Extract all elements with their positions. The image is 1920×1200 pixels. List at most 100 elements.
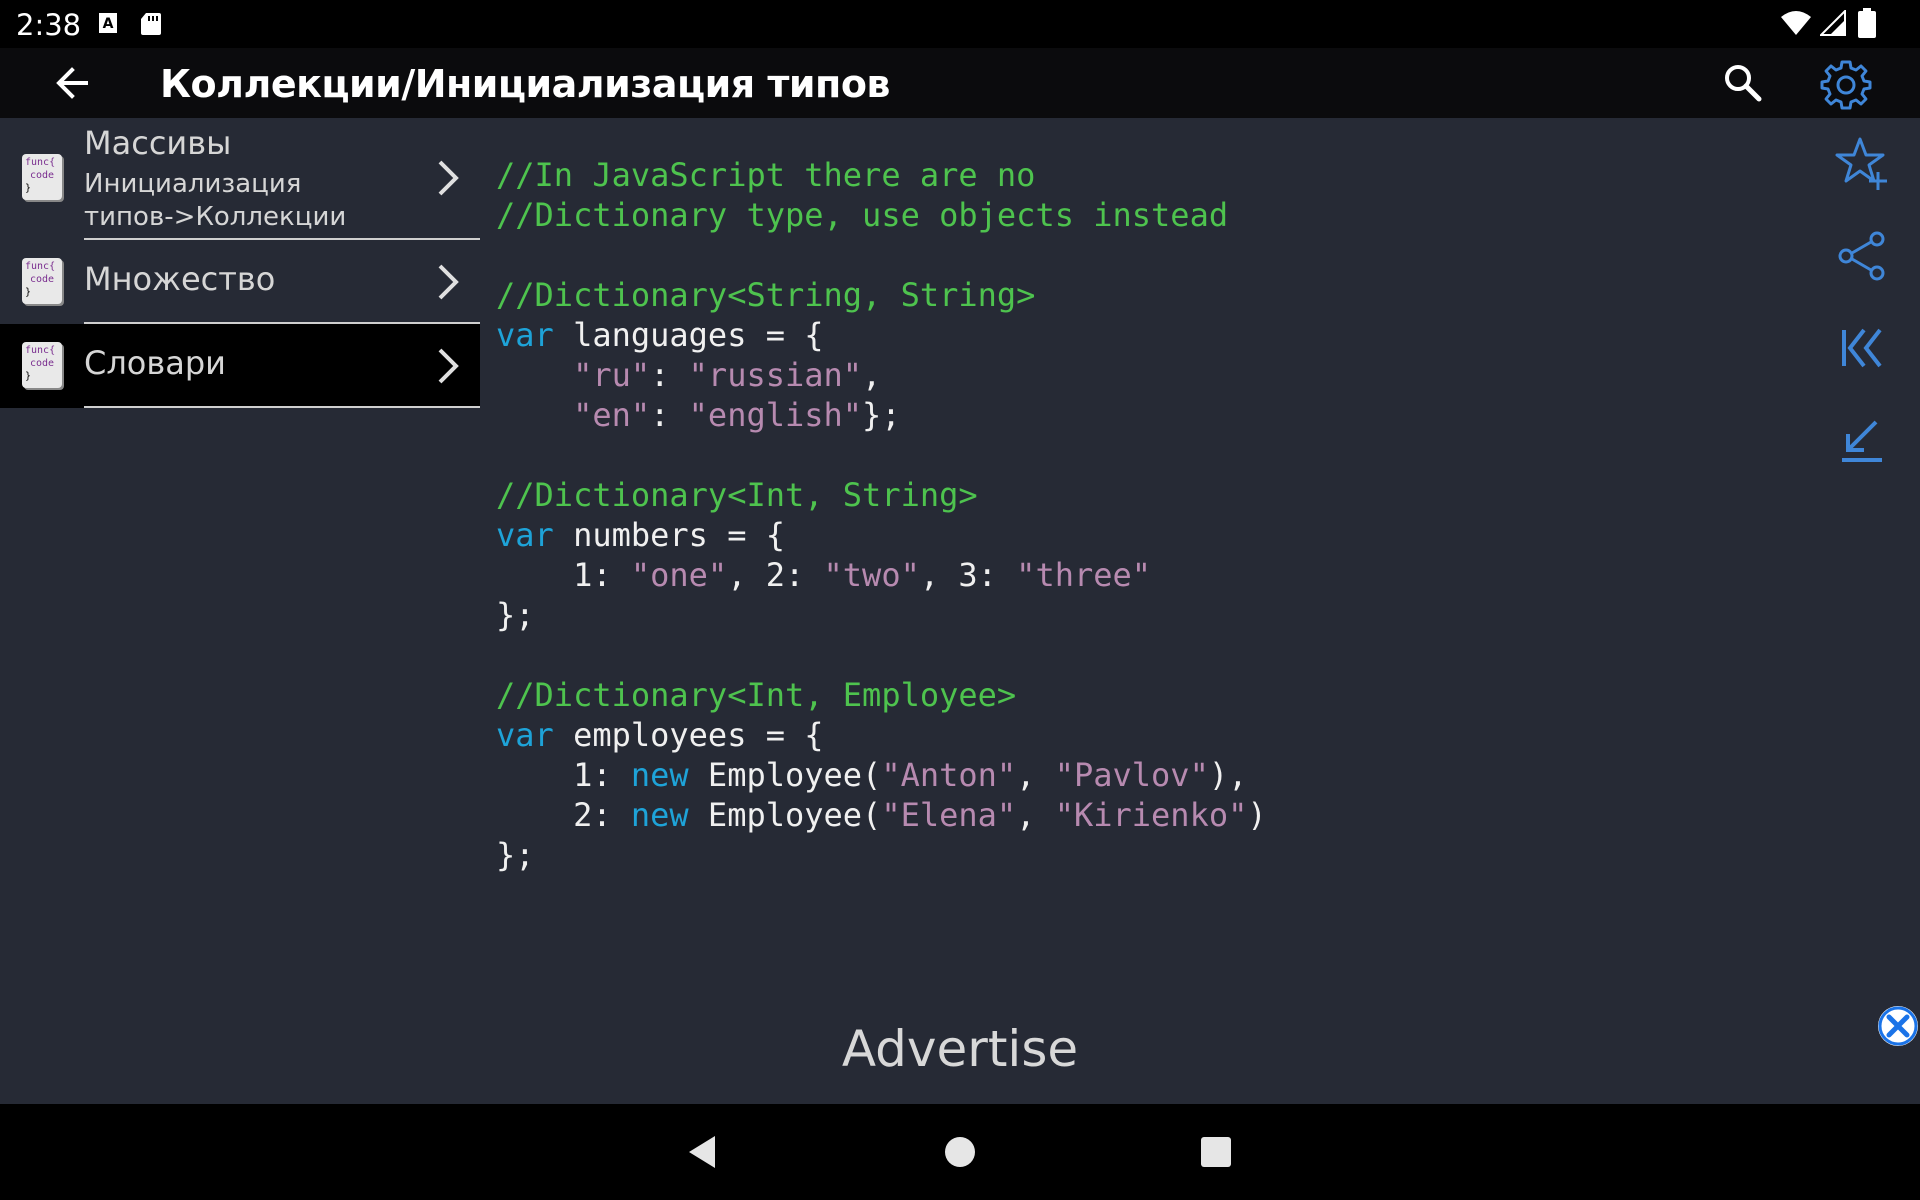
- wifi-icon: [1781, 11, 1811, 35]
- code-token: , 3:: [919, 556, 1017, 594]
- chevron-right-icon: [438, 264, 459, 300]
- code-line: };: [496, 835, 1267, 875]
- code-token: ,: [862, 356, 882, 394]
- code-token: Employee(: [688, 796, 882, 834]
- code-token: languages = {: [553, 316, 824, 354]
- svg-text:A: A: [103, 16, 114, 32]
- list-item-subtitle: Инициализация: [84, 169, 302, 199]
- code-token: //Dictionary<String, String>: [496, 276, 1036, 314]
- code-line: "en": "english"};: [496, 395, 1267, 435]
- chevron-right-icon: [438, 160, 459, 196]
- code-token: "russian": [688, 356, 863, 394]
- code-token: "Pavlov": [1054, 756, 1209, 794]
- code-line: //Dictionary type, use objects instead: [496, 195, 1267, 235]
- list-item-title: Множество: [84, 260, 276, 298]
- code-line: var languages = {: [496, 315, 1267, 355]
- gear-icon[interactable]: [1820, 58, 1872, 110]
- code-token: new: [630, 756, 689, 794]
- code-token: "english": [688, 396, 863, 434]
- code-line: var employees = {: [496, 715, 1267, 755]
- nav-home-icon[interactable]: [940, 1132, 980, 1172]
- code-token: var: [496, 516, 554, 554]
- code-token: :: [650, 396, 689, 434]
- star-add-icon[interactable]: [1834, 136, 1890, 192]
- code-token: "two": [823, 556, 920, 594]
- app-bar: Коллекции/Инициализация типов: [0, 48, 1920, 118]
- chevron-right-icon: [438, 348, 459, 384]
- code-token: employees = {: [553, 716, 824, 754]
- list-item-title: Словари: [84, 344, 226, 382]
- code-token: ,: [1016, 756, 1055, 794]
- code-token: ),: [1208, 756, 1248, 794]
- topic-list: func{ code } Массивы Инициализация типов…: [0, 118, 480, 408]
- skip-to-start-icon[interactable]: [1834, 320, 1890, 376]
- list-item-set[interactable]: func{ code } Множество: [0, 240, 480, 324]
- list-item-subtitle: типов->Коллекции: [84, 202, 347, 232]
- back-arrow-icon[interactable]: [50, 61, 94, 105]
- code-token: //In JavaScript there are no: [496, 156, 1036, 194]
- code-token: };: [496, 836, 535, 874]
- code-line: 1: "one", 2: "two", 3: "three": [496, 555, 1267, 595]
- list-item-title: Массивы: [84, 124, 232, 162]
- advertise-label: Advertise: [841, 1020, 1079, 1078]
- code-token: numbers = {: [553, 516, 785, 554]
- code-token: "Kirienko": [1054, 796, 1248, 834]
- code-token: //Dictionary type, use objects instead: [496, 196, 1229, 234]
- code-line: var numbers = {: [496, 515, 1267, 555]
- code-line: //Dictionary<Int, String>: [496, 475, 1267, 515]
- code-file-icon: func{ code }: [22, 342, 62, 388]
- code-line: "ru": "russian",: [496, 355, 1267, 395]
- code-line: //In JavaScript there are no: [496, 155, 1267, 195]
- close-circle-icon[interactable]: [1878, 1006, 1918, 1046]
- code-line: 1: new Employee("Anton", "Pavlov"),: [496, 755, 1267, 795]
- nav-back-icon[interactable]: [683, 1132, 723, 1172]
- code-file-icon: func{ code }: [22, 154, 62, 200]
- code-token: :: [650, 356, 689, 394]
- skip-to-end-icon[interactable]: [1834, 412, 1890, 468]
- status-bar: 2:38 A: [0, 0, 1920, 48]
- code-token: "one": [630, 556, 728, 594]
- code-token: new: [630, 796, 689, 834]
- a-notification-icon: A: [99, 13, 117, 33]
- list-item-dictionaries[interactable]: func{ code } Словари: [0, 324, 480, 408]
- signal-icon: [1820, 10, 1846, 36]
- code-viewer: //In JavaScript there are no//Dictionary…: [496, 155, 1267, 875]
- battery-icon: [1858, 8, 1876, 38]
- system-nav-bar: [0, 1104, 1920, 1200]
- code-token: 1:: [496, 756, 631, 794]
- code-token: "Anton": [881, 756, 1017, 794]
- code-token: "en": [573, 396, 651, 434]
- code-token: 2:: [496, 796, 631, 834]
- page-title: Коллекции/Инициализация типов: [160, 62, 890, 106]
- code-token: "Elena": [881, 796, 1017, 834]
- code-token: //Dictionary<Int, String>: [496, 476, 978, 514]
- sd-card-icon: [141, 13, 161, 35]
- code-token: , 2:: [727, 556, 824, 594]
- code-line: //Dictionary<Int, Employee>: [496, 675, 1267, 715]
- code-token: };: [862, 396, 901, 434]
- code-line: //Dictionary<String, String>: [496, 275, 1267, 315]
- status-time: 2:38: [16, 8, 82, 42]
- code-token: 1:: [496, 556, 631, 594]
- code-token: ,: [1016, 796, 1055, 834]
- search-icon[interactable]: [1720, 60, 1766, 106]
- share-icon[interactable]: [1834, 228, 1890, 284]
- code-token: //Dictionary<Int, Employee>: [496, 676, 1017, 714]
- code-line: };: [496, 595, 1267, 635]
- code-token: Employee(: [688, 756, 882, 794]
- code-line: 2: new Employee("Elena", "Kirienko"): [496, 795, 1267, 835]
- code-token: "three": [1016, 556, 1152, 594]
- divider: [84, 406, 480, 408]
- code-token: var: [496, 716, 554, 754]
- code-token: };: [496, 596, 535, 634]
- code-file-icon: func{ code }: [22, 258, 62, 304]
- nav-recents-icon[interactable]: [1196, 1132, 1236, 1172]
- code-token: "ru": [573, 356, 651, 394]
- list-item-arrays[interactable]: func{ code } Массивы Инициализация типов…: [0, 118, 480, 240]
- code-token: ): [1247, 796, 1267, 834]
